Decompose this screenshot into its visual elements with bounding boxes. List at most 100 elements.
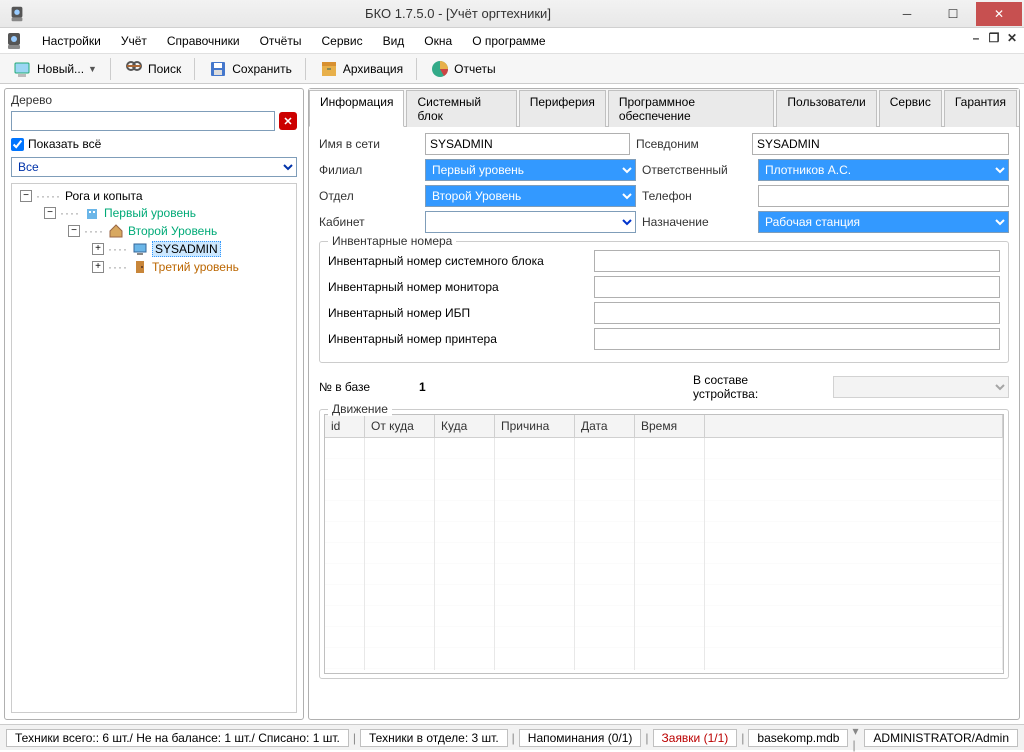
tree-panel: Дерево ✕ Показать всё Все − ····· Рога и… [4,88,304,720]
col-to[interactable]: Куда [435,415,495,437]
branch-select[interactable]: Первый уровень [425,159,636,181]
status-bar: Техники всего:: 6 шт./ Не на балансе: 1 … [0,724,1024,750]
device-tree[interactable]: − ····· Рога и копыта − ···· Первый уров… [11,183,297,713]
tab-warranty[interactable]: Гарантия [944,90,1017,127]
tree-search-input[interactable] [11,111,275,131]
menu-accounting[interactable]: Учёт [111,30,157,52]
tab-software[interactable]: Программное обеспечение [608,90,775,127]
net-name-input[interactable] [425,133,630,155]
purpose-select[interactable]: Рабочая станция [758,211,1009,233]
tab-info[interactable]: Информация [309,90,404,127]
tree-expand-icon[interactable]: + [92,243,104,255]
room-label: Кабинет [319,215,419,229]
mdi-restore[interactable]: ❐ [986,30,1002,46]
tree-line-icon: ···· [60,206,80,220]
menu-directories[interactable]: Справочники [157,30,250,52]
responsible-select[interactable]: Плотников А.С. [758,159,1009,181]
inventory-group: Инвентарные номера Инвентарный номер сис… [319,241,1009,363]
tab-users[interactable]: Пользователи [776,90,876,127]
toolbar-reports-button[interactable]: Отчеты [423,56,502,82]
alias-input[interactable] [752,133,1009,155]
tree-filter-select[interactable]: Все [11,157,297,177]
app-icon [8,5,26,23]
computer-icon [132,241,148,257]
inv-prn-input[interactable] [594,328,1000,350]
movement-group: Движение id От куда Куда Причина Дата Вр… [319,409,1009,679]
toolbar-search-button[interactable]: Поиск [117,56,188,82]
menu-bar: Настройки Учёт Справочники Отчёты Сервис… [0,28,1024,54]
tab-sysblock[interactable]: Системный блок [406,90,516,127]
window-minimize-button[interactable]: ─ [884,2,930,26]
inv-ups-input[interactable] [594,302,1000,324]
composition-label: В составе устройства: [693,373,813,401]
col-from[interactable]: От куда [365,415,435,437]
tree-level1[interactable]: Первый уровень [104,206,196,220]
col-date[interactable]: Дата [575,415,635,437]
col-time[interactable]: Время [635,415,705,437]
window-title: БКО 1.7.5.0 - [Учёт оргтехники] [32,6,884,21]
status-reminders[interactable]: Напоминания (0/1) [519,729,642,747]
branch-label: Филиал [319,163,419,177]
menu-view[interactable]: Вид [373,30,415,52]
menu-about[interactable]: О программе [462,30,555,52]
house-icon [108,223,124,239]
status-requests[interactable]: Заявки (1/1) [653,729,738,747]
base-no-value: 1 [419,380,479,394]
tree-root[interactable]: Рога и копыта [65,189,143,203]
col-id[interactable]: id [325,415,365,437]
inv-sys-input[interactable] [594,250,1000,272]
toolbar-search-label: Поиск [148,62,181,76]
mdi-close[interactable]: ✕ [1004,30,1020,46]
tree-line-icon: ···· [108,260,128,274]
tree-sysadmin[interactable]: SYSADMIN [152,241,221,257]
tab-periphery[interactable]: Периферия [519,90,606,127]
door-icon [132,259,148,275]
window-titlebar: БКО 1.7.5.0 - [Учёт оргтехники] ─ ☐ ✕ [0,0,1024,28]
window-maximize-button[interactable]: ☐ [930,2,976,26]
toolbar-archive-label: Архивация [343,62,403,76]
responsible-label: Ответственный [642,163,752,177]
room-select[interactable] [425,211,636,233]
toolbar-reports-label: Отчеты [454,62,495,76]
dept-label: Отдел [319,189,419,203]
dept-select[interactable]: Второй Уровень [425,185,636,207]
tree-collapse-icon[interactable]: − [68,225,80,237]
tree-level3[interactable]: Третий уровень [152,260,239,274]
alias-label: Псевдоним [636,137,746,151]
phone-label: Телефон [642,189,752,203]
tree-expand-icon[interactable]: + [92,261,104,273]
tab-strip: Информация Системный блок Периферия Прог… [309,89,1019,127]
col-reason[interactable]: Причина [495,415,575,437]
show-all-label: Показать всё [28,137,101,151]
toolbar-separator [194,58,195,80]
menu-settings[interactable]: Настройки [32,30,111,52]
save-icon [208,59,228,79]
tree-collapse-icon[interactable]: − [20,190,32,202]
menu-service[interactable]: Сервис [311,30,372,52]
inv-mon-input[interactable] [594,276,1000,298]
inv-mon-label: Инвентарный номер монитора [328,280,588,294]
archive-icon [319,59,339,79]
toolbar-save-button[interactable]: Сохранить [201,56,299,82]
tree-collapse-icon[interactable]: − [44,207,56,219]
inv-ups-label: Инвентарный номер ИБП [328,306,588,320]
mdi-minimize[interactable]: – [968,30,984,46]
building-icon [84,205,100,221]
menu-reports[interactable]: Отчёты [250,30,312,52]
show-all-checkbox[interactable] [11,138,24,151]
window-close-button[interactable]: ✕ [976,2,1022,26]
status-total: Техники всего:: 6 шт./ Не на балансе: 1 … [6,729,349,747]
movement-grid[interactable]: id От куда Куда Причина Дата Время [324,414,1004,674]
menu-windows[interactable]: Окна [414,30,462,52]
clear-search-button[interactable]: ✕ [279,112,297,130]
tree-level2[interactable]: Второй Уровень [128,224,217,238]
toolbar-archive-button[interactable]: Архивация [312,56,410,82]
tab-service[interactable]: Сервис [879,90,942,127]
toolbar-new-button[interactable]: Новый... ▼ [6,56,104,82]
toolbar-separator [110,58,111,80]
toolbar-separator [305,58,306,80]
status-db: basekomp.mdb [748,729,848,747]
movement-grid-body [325,438,1003,670]
phone-input[interactable] [758,185,1009,207]
net-name-label: Имя в сети [319,137,419,151]
